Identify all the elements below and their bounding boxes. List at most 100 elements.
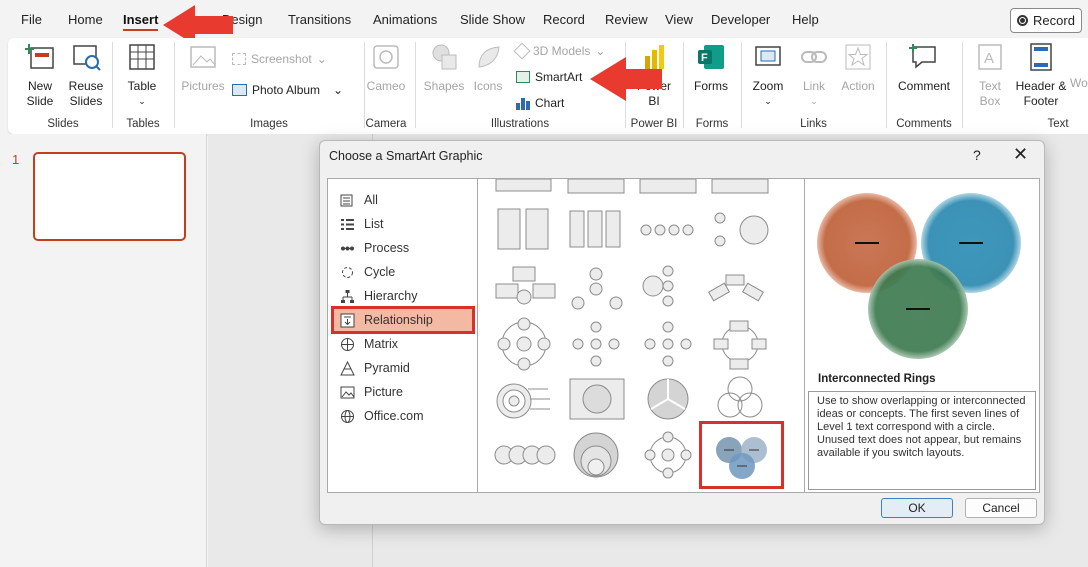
header-footer-button[interactable]: Header & Footer (1014, 42, 1068, 109)
dialog-title: Choose a SmartArt Graphic (329, 149, 483, 163)
action-star-icon (845, 44, 871, 70)
tab-slide-show[interactable]: Slide Show (460, 12, 525, 27)
slide-thumbnail[interactable] (33, 152, 186, 241)
text-box-label: Text Box (978, 79, 1001, 108)
chart-button[interactable]: Chart (516, 96, 564, 110)
globe-icon (341, 409, 354, 423)
comment-button[interactable]: Comment (892, 42, 956, 94)
forms-icon: F (698, 45, 724, 69)
screenshot-button[interactable]: Screenshot ⌄ (232, 52, 327, 66)
table-button[interactable]: Table ⌄ (120, 42, 164, 109)
shapes-icon (432, 44, 457, 70)
group-label-slides: Slides (47, 118, 79, 130)
close-icon[interactable]: ✕ (1013, 144, 1028, 165)
photo-album-label: Photo Album (252, 83, 321, 97)
hierarchy-icon (341, 289, 354, 303)
icons-button[interactable]: Icons (468, 42, 508, 94)
record-icon (1017, 15, 1029, 26)
smartart-button[interactable]: SmartArt (516, 70, 582, 84)
tab-animations[interactable]: Animations (373, 12, 437, 27)
cameo-button[interactable]: Cameo (364, 42, 408, 94)
text-box-button[interactable]: A Text Box (968, 42, 1012, 109)
category-list-item[interactable]: List (334, 213, 472, 235)
action-label: Action (841, 79, 875, 93)
shapes-button[interactable]: Shapes (422, 42, 466, 94)
layout-thumb-r4c0 (496, 383, 550, 419)
all-icon (340, 194, 353, 206)
tab-transitions[interactable]: Transitions (288, 12, 351, 27)
photo-album-button[interactable]: Photo Album ⌄ (232, 83, 343, 97)
relationship-icon (340, 313, 355, 327)
group-label-tables: Tables (126, 118, 160, 130)
screenshot-icon (232, 53, 246, 65)
comment-label: Comment (897, 79, 950, 93)
header-footer-label: Header & Footer (1015, 79, 1067, 108)
layout-thumb-r5c0 (494, 445, 556, 465)
action-button[interactable]: Action (836, 42, 880, 94)
pictures-button[interactable]: Pictures (180, 42, 226, 94)
text-box-icon: A (978, 44, 1002, 70)
layout-thumb-r2c2 (642, 265, 674, 307)
tab-help[interactable]: Help (792, 12, 819, 27)
tab-review[interactable]: Review (605, 12, 648, 27)
chart-label: Chart (535, 96, 565, 110)
category-all[interactable]: All (334, 189, 472, 211)
zoom-icon (755, 46, 781, 66)
layout-thumb-r1c2 (640, 224, 694, 236)
layout-thumb-r5c1 (573, 432, 619, 478)
preview-description: Use to show overlapping or interconnecte… (808, 391, 1036, 490)
wordart-button[interactable]: Wo (1070, 76, 1088, 91)
layout-thumb-r0c2 (639, 179, 697, 194)
record-button-label: Record (1033, 13, 1075, 28)
smartart-dialog: Choose a SmartArt Graphic ? ✕ All List P… (319, 140, 1045, 525)
interconnected-rings-mini-icon (716, 437, 767, 479)
3d-models-label: 3D Models (533, 44, 591, 58)
tab-insert[interactable]: Insert (123, 12, 159, 31)
category-hierarchy[interactable]: Hierarchy (334, 285, 472, 307)
ribbon-insert: New Slide Reuse Slides Slides Table ⌄ Ta… (8, 38, 1088, 134)
link-label: Link (802, 79, 825, 93)
tab-home[interactable]: Home (68, 12, 103, 27)
zoom-button[interactable]: Zoom ⌄ (746, 42, 790, 109)
layout-thumb-r4c3 (717, 376, 763, 418)
record-button[interactable]: Record (1010, 8, 1082, 33)
tab-developer[interactable]: Developer (711, 12, 770, 27)
tab-view[interactable]: View (665, 12, 693, 27)
layout-thumb-r1c3 (714, 212, 769, 247)
photo-album-icon (232, 84, 247, 96)
category-process[interactable]: Process (334, 237, 472, 259)
category-picture[interactable]: Picture (334, 381, 472, 403)
help-icon[interactable]: ? (973, 147, 981, 163)
forms-label: Forms (694, 79, 728, 93)
group-label-images: Images (250, 118, 288, 130)
icons-icon (478, 46, 500, 68)
category-cycle[interactable]: Cycle (334, 261, 472, 283)
cancel-button[interactable]: Cancel (965, 498, 1037, 518)
new-slide-button[interactable]: New Slide (18, 42, 62, 109)
layout-thumb-r0c1 (567, 179, 625, 194)
group-label-power-bi: Power BI (630, 118, 678, 130)
header-footer-icon (1030, 43, 1052, 71)
tab-record[interactable]: Record (543, 12, 585, 27)
category-office-com[interactable]: Office.com (334, 405, 472, 427)
shapes-label: Shapes (423, 79, 465, 93)
cycle-icon (342, 266, 353, 278)
layout-thumb-r0c0 (495, 179, 552, 192)
interconnected-rings-thumbnail[interactable] (699, 421, 784, 489)
layout-thumb-r0c3 (711, 179, 769, 194)
pyramid-icon (340, 360, 355, 375)
category-relationship[interactable]: Relationship (331, 306, 475, 334)
picture-icon (340, 386, 355, 398)
category-pyramid[interactable]: Pyramid (334, 357, 472, 379)
forms-button[interactable]: F Forms (688, 42, 734, 94)
layout-thumb-r5c2 (644, 431, 692, 479)
ok-button[interactable]: OK (881, 498, 953, 518)
tab-file[interactable]: File (21, 12, 42, 27)
reuse-slides-button[interactable]: Reuse Slides (65, 42, 107, 109)
link-button[interactable]: Link ⌄ (794, 42, 834, 109)
smartart-label: SmartArt (535, 70, 583, 84)
list-icon (341, 218, 354, 230)
category-matrix[interactable]: Matrix (334, 333, 472, 355)
annotation-arrow-smartart (590, 57, 662, 101)
reuse-slides-icon (73, 45, 101, 71)
